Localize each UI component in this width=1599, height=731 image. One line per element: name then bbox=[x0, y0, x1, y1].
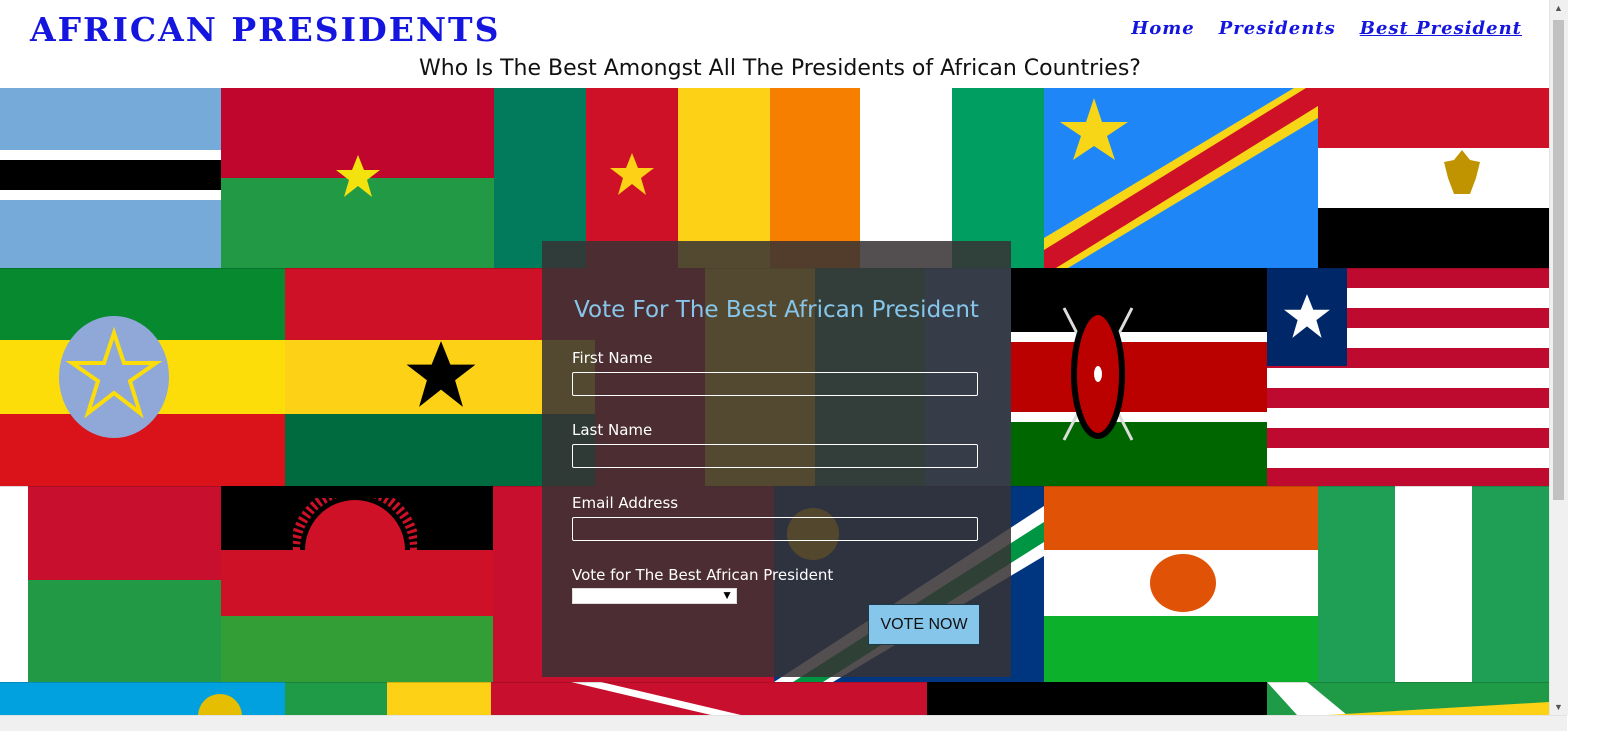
flag-burkina-faso bbox=[221, 88, 494, 268]
email-field[interactable] bbox=[572, 517, 978, 541]
flag-rwanda bbox=[0, 682, 285, 715]
flag-bottom-red bbox=[491, 682, 927, 715]
flag-botswana bbox=[0, 88, 221, 268]
flag-liberia bbox=[1267, 268, 1549, 486]
flag-dr-congo bbox=[1044, 88, 1318, 268]
flag-ethiopia bbox=[0, 268, 285, 486]
first-name-label: First Name bbox=[572, 349, 653, 367]
nav-presidents[interactable]: Presidents bbox=[1219, 18, 1336, 39]
flag-niger bbox=[1044, 486, 1318, 682]
flag-nigeria bbox=[1318, 486, 1549, 682]
last-name-field[interactable] bbox=[572, 444, 978, 468]
flag-bottom-black bbox=[927, 682, 1267, 715]
scroll-up-arrow-icon[interactable]: ▲ bbox=[1554, 3, 1563, 13]
first-name-field[interactable] bbox=[572, 372, 978, 396]
vertical-scrollbar[interactable]: ▲ ▼ bbox=[1549, 0, 1568, 715]
nav-home[interactable]: Home bbox=[1131, 18, 1195, 39]
flag-white-edge bbox=[0, 486, 28, 682]
main-nav: Home Presidents Best President bbox=[1131, 18, 1522, 39]
last-name-label: Last Name bbox=[572, 421, 653, 439]
vote-now-button[interactable]: VOTE NOW bbox=[868, 604, 980, 645]
page-subtitle: Who Is The Best Amongst All The Presiden… bbox=[419, 56, 1141, 81]
flag-malawi bbox=[221, 486, 493, 682]
vote-form-panel: Vote For The Best African President Firs… bbox=[542, 241, 1011, 677]
email-label: Email Address bbox=[572, 494, 679, 512]
site-header: AFRICAN PRESIDENTS Home Presidents Best … bbox=[0, 0, 1582, 88]
vote-form-title: Vote For The Best African President bbox=[574, 297, 979, 323]
flag-egypt bbox=[1318, 88, 1549, 268]
flag-red-green bbox=[28, 486, 221, 682]
flag-bottom-right bbox=[1267, 682, 1549, 715]
president-select[interactable]: ▼ bbox=[572, 588, 737, 604]
vote-select-label: Vote for The Best African President bbox=[572, 566, 834, 584]
scroll-down-arrow-icon[interactable]: ▼ bbox=[1554, 702, 1563, 712]
site-logo[interactable]: AFRICAN PRESIDENTS bbox=[30, 10, 500, 49]
flag-kenya bbox=[1011, 268, 1267, 486]
caret-down-icon: ▼ bbox=[721, 588, 733, 602]
nav-best-president[interactable]: Best President bbox=[1360, 18, 1522, 39]
flag-bottom-mid bbox=[285, 682, 491, 715]
horizontal-scrollbar-track bbox=[0, 715, 1567, 731]
scroll-thumb[interactable] bbox=[1553, 20, 1564, 500]
